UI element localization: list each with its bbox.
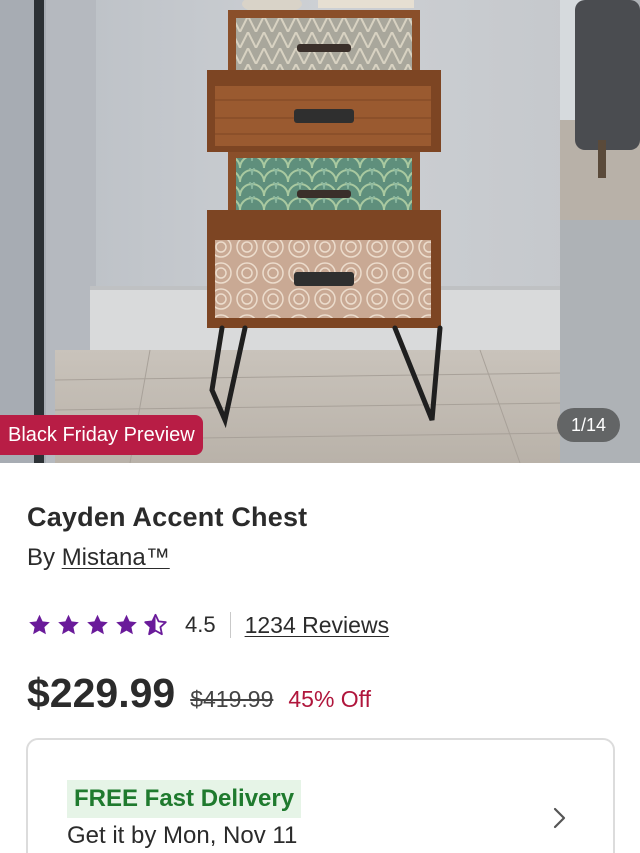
- free-delivery-tag: FREE Fast Delivery: [67, 780, 302, 818]
- brand-link[interactable]: Mistana™: [62, 544, 170, 571]
- image-counter: 1/14: [556, 408, 620, 442]
- by-label: By: [27, 544, 56, 571]
- discount-label: 45% Off: [288, 686, 372, 712]
- star-half-icon: [143, 613, 168, 637]
- star-full-icon: [114, 613, 139, 637]
- star-full-icon: [85, 613, 110, 637]
- sale-price: $229.99: [27, 670, 176, 716]
- product-image-gallery[interactable]: Black Friday Preview 1/14: [0, 0, 640, 463]
- black-friday-badge: Black Friday Preview: [0, 415, 203, 455]
- rating-row[interactable]: 4.5 1234 Reviews: [27, 608, 389, 642]
- price-row: $229.99 $419.99 45% Off: [27, 670, 371, 720]
- chevron-right-icon[interactable]: [550, 804, 570, 832]
- product-title: Cayden Accent Chest: [27, 502, 308, 532]
- rating-value: 4.5: [185, 612, 216, 637]
- delivery-card[interactable]: FREE Fast Delivery Get it by Mon, Nov 11: [26, 738, 615, 853]
- brand-byline: By Mistana™: [27, 544, 170, 572]
- star-full-icon: [27, 613, 52, 637]
- reviews-link[interactable]: 1234 Reviews: [245, 612, 389, 639]
- star-full-icon: [56, 613, 81, 637]
- star-rating: [27, 613, 168, 637]
- delivery-date: Get it by Mon, Nov 11: [67, 822, 298, 849]
- product-photo[interactable]: [0, 0, 640, 463]
- rating-divider: [229, 612, 231, 638]
- original-price: $419.99: [190, 686, 274, 712]
